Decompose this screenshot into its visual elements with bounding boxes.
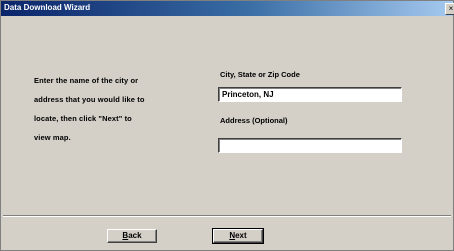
- footer-divider: [3, 215, 451, 217]
- window-title: Data Download Wizard: [4, 3, 91, 12]
- instruction-line: view map.: [34, 133, 71, 142]
- title-bar[interactable]: Data Download Wizard ×: [1, 1, 454, 16]
- address-field-label: Address (Optional): [220, 116, 288, 125]
- close-icon[interactable]: ×: [445, 3, 454, 15]
- city-field-label: City, State or Zip Code: [220, 70, 300, 79]
- back-button-label: ack: [128, 231, 142, 240]
- city-state-zip-input[interactable]: [218, 87, 402, 102]
- instruction-line: address that you would like to: [34, 95, 145, 104]
- instruction-line: Enter the name of the city or: [34, 76, 139, 85]
- address-input[interactable]: [218, 138, 402, 153]
- wizard-dialog: Data Download Wizard × Enter the name of…: [0, 0, 454, 251]
- instructions-text: Enter the name of the city or address th…: [34, 71, 209, 147]
- next-button-label: ext: [235, 231, 247, 240]
- next-button[interactable]: Next: [212, 228, 264, 244]
- back-button[interactable]: Back: [107, 229, 157, 243]
- instruction-line: locate, then click "Next" to: [34, 114, 132, 123]
